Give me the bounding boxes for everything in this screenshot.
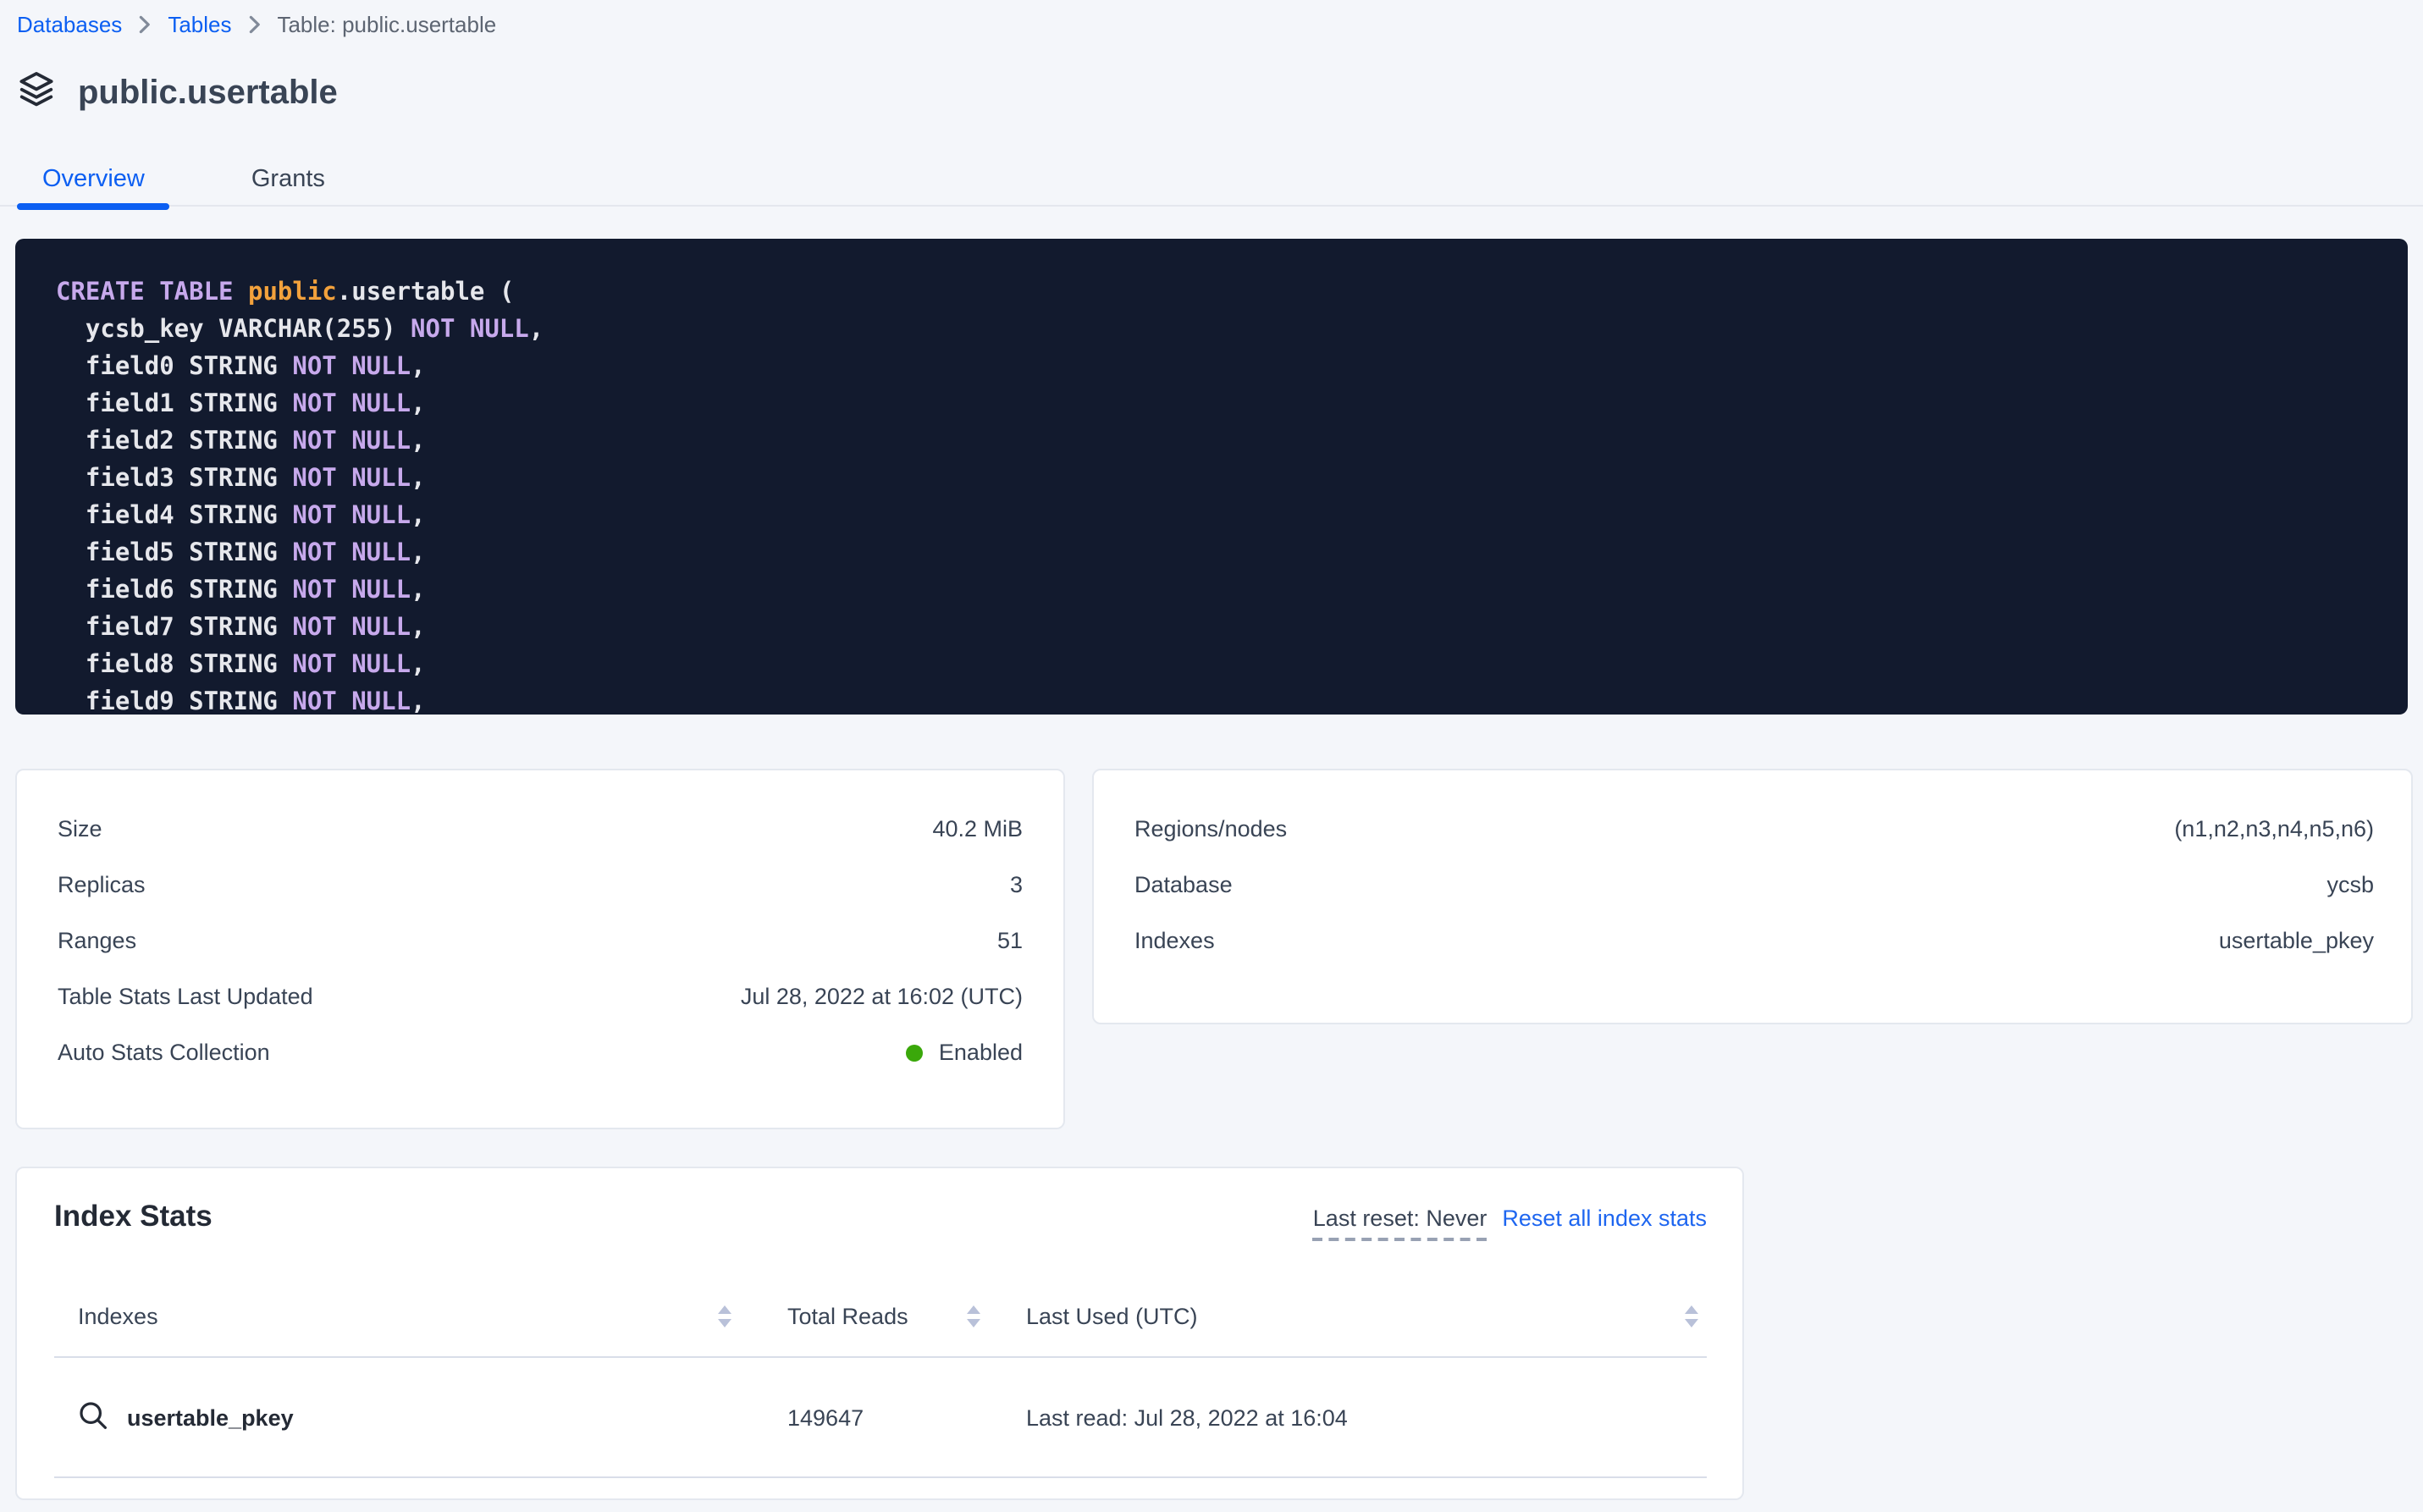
chevron-right-icon [248,14,260,33]
breadcrumb-link-tables[interactable]: Tables [168,11,231,36]
stat-value: 51 [997,928,1023,953]
last-reset-label[interactable]: Last reset: Never [1313,1206,1487,1241]
chevron-right-icon [139,14,151,33]
table-details-card: Size 40.2 MiB Replicas 3 Ranges 51 Table… [15,769,1065,1129]
total-reads-cell: 149647 [765,1404,1004,1430]
stat-value: ycsb [2326,872,2374,897]
index-stats-header: Index Stats Last reset: Never Reset all … [54,1199,1707,1256]
column-header-last-used[interactable]: Last Used (UTC) [1004,1304,1707,1329]
column-label: Indexes [78,1304,158,1329]
stat-row-auto-stats: Auto Stats Collection Enabled [58,1024,1023,1080]
stat-row-indexes: Indexes usertable_pkey [1134,913,2374,968]
index-stats-card: Index Stats Last reset: Never Reset all … [15,1167,1744,1500]
index-stats-title: Index Stats [54,1199,212,1234]
sort-arrows-icon[interactable] [1685,1305,1698,1327]
tab-bar: Overview Grants [0,154,2423,207]
column-header-indexes[interactable]: Indexes [54,1304,765,1329]
index-name: usertable_pkey [127,1404,294,1430]
sort-arrows-icon[interactable] [718,1305,731,1327]
stat-label: Database [1134,872,1233,897]
last-used-cell: Last read: Jul 28, 2022 at 16:04 [1004,1404,1707,1430]
stat-row-replicas: Replicas 3 [58,857,1023,913]
create-table-statement: CREATE TABLE public.usertable ( ycsb_key… [15,239,2408,715]
stat-label: Ranges [58,928,136,953]
stat-label: Regions/nodes [1134,816,1287,842]
page-title: public.usertable [78,74,338,113]
index-name-cell[interactable]: usertable_pkey [54,1399,765,1435]
reset-all-index-stats-link[interactable]: Reset all index stats [1502,1206,1707,1231]
status-text: Enabled [939,1040,1023,1065]
status-dot-icon [907,1044,924,1061]
stat-value: Jul 28, 2022 at 16:02 (UTC) [741,984,1023,1009]
stat-label: Size [58,816,102,842]
column-header-total-reads[interactable]: Total Reads [765,1304,1004,1329]
table-details-page: Databases Tables Table: public.usertable… [0,0,2423,1512]
breadcrumb: Databases Tables Table: public.usertable [0,0,2423,37]
page-header: public.usertable [17,73,2423,113]
breadcrumb-link-databases[interactable]: Databases [17,11,122,36]
stat-value: (n1,n2,n3,n4,n5,n6) [2174,816,2374,842]
breadcrumb-current: Table: public.usertable [277,11,496,36]
stat-value: usertable_pkey [2219,928,2374,953]
table-metadata-card: Regions/nodes (n1,n2,n3,n4,n5,n6) Databa… [1092,769,2413,1024]
stat-label: Replicas [58,872,146,897]
stat-value: 3 [1010,872,1023,897]
stat-row-stats-updated: Table Stats Last Updated Jul 28, 2022 at… [58,968,1023,1024]
sort-arrows-icon[interactable] [967,1305,980,1327]
layers-icon [17,69,56,117]
column-label: Last Used (UTC) [1026,1304,1198,1329]
tab-grants[interactable]: Grants [226,154,350,205]
stat-row-database: Database ycsb [1134,857,2374,913]
stat-row-regions: Regions/nodes (n1,n2,n3,n4,n5,n6) [1134,801,2374,857]
stat-label: Table Stats Last Updated [58,984,313,1009]
tab-overview[interactable]: Overview [17,154,170,205]
table-row: usertable_pkey 149647 Last read: Jul 28,… [54,1358,1707,1478]
stat-label: Auto Stats Collection [58,1040,270,1065]
index-table-header: Indexes Total Reads Last Used (UTC) [54,1277,1707,1358]
stat-row-ranges: Ranges 51 [58,913,1023,968]
summary-cards: Size 40.2 MiB Replicas 3 Ranges 51 Table… [15,769,2413,1129]
search-icon [78,1399,108,1435]
column-label: Total Reads [787,1304,908,1329]
reset-area: Last reset: Never Reset all index stats [1313,1199,1707,1241]
stat-label: Indexes [1134,928,1215,953]
status-badge: Enabled [907,1040,1023,1065]
stat-row-size: Size 40.2 MiB [58,801,1023,857]
stat-value: 40.2 MiB [932,816,1023,842]
